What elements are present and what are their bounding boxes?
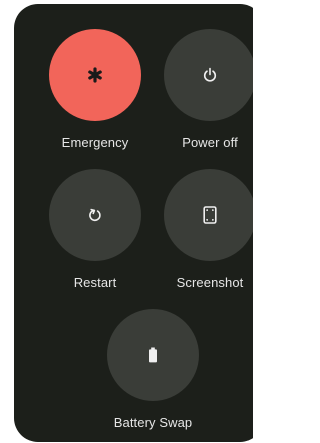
battery-swap-tile: Battery Swap xyxy=(98,309,208,431)
power-off-tile: Power off xyxy=(155,29,253,151)
emergency-asterisk-icon xyxy=(87,67,103,83)
restart-label: Restart xyxy=(73,275,117,290)
emergency-label: Emergency xyxy=(61,135,129,150)
restart-tile: Restart xyxy=(40,169,150,291)
battery-swap-button[interactable] xyxy=(107,309,199,401)
power-off-label: Power off xyxy=(182,135,238,150)
screenshot-phone-icon xyxy=(203,206,217,224)
restart-button[interactable] xyxy=(49,169,141,261)
screenshot-button[interactable] xyxy=(164,169,253,261)
power-off-button[interactable] xyxy=(164,29,253,121)
power-menu-panel: Emergency Power off Restart Screenshot B… xyxy=(14,4,253,442)
emergency-tile: Emergency xyxy=(40,29,150,151)
screenshot-tile: Screenshot xyxy=(155,169,253,291)
screen: Emergency Power off Restart Screenshot B… xyxy=(0,0,253,443)
power-icon xyxy=(202,67,218,83)
screenshot-label: Screenshot xyxy=(176,275,244,290)
restart-icon xyxy=(87,207,103,223)
emergency-button[interactable] xyxy=(49,29,141,121)
battery-icon xyxy=(148,347,158,363)
battery-swap-label: Battery Swap xyxy=(113,415,193,430)
